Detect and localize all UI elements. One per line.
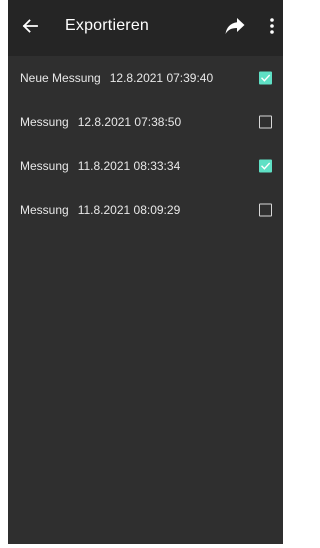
measurement-checkbox[interactable] [259,159,272,173]
measurement-label: Messung 11.8.2021 08:33:34 [20,159,180,173]
measurement-label: Messung 11.8.2021 08:09:29 [20,203,180,217]
measurement-row[interactable]: Neue Messung 12.8.2021 07:39:40 [8,56,283,100]
measurement-label: Neue Messung 12.8.2021 07:39:40 [20,71,213,85]
measurement-checkbox[interactable] [259,115,272,129]
measurement-label: Messung 12.8.2021 07:38:50 [20,115,181,129]
export-screen: Exportieren Neue Messung 12.8.2021 07:39:… [8,0,283,544]
share-icon [225,17,245,40]
check-icon [260,73,271,84]
measurement-checkbox[interactable] [259,203,272,217]
measurement-datetime: 12.8.2021 07:38:50 [77,115,182,129]
measurement-row[interactable]: Messung 12.8.2021 07:38:50 [8,100,283,144]
back-button[interactable] [18,16,42,40]
measurement-name: Messung [20,203,69,217]
measurement-name: Messung [20,115,69,129]
measurement-checkbox[interactable] [259,71,272,85]
check-icon [260,161,271,172]
measurement-datetime: 11.8.2021 08:33:34 [77,159,181,173]
measurement-name: Neue Messung [20,71,101,85]
more-options-button[interactable] [265,16,279,40]
measurement-datetime: 12.8.2021 07:39:40 [109,71,214,85]
measurement-name: Messung [20,159,69,173]
more-vert-icon [270,17,274,39]
measurement-datetime: 11.8.2021 08:09:29 [77,203,181,217]
arrow-left-icon [22,18,38,39]
share-button[interactable] [222,15,248,41]
measurement-row[interactable]: Messung 11.8.2021 08:09:29 [8,188,283,232]
app-bar: Exportieren [8,0,283,56]
page-title: Exportieren [65,17,150,34]
measurement-row[interactable]: Messung 11.8.2021 08:33:34 [8,144,283,188]
